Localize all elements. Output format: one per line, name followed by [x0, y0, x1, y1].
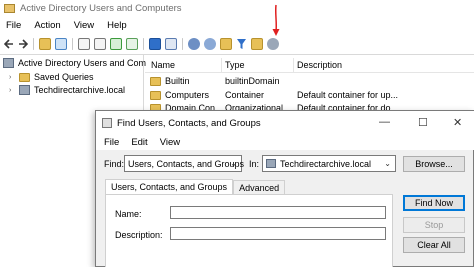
- folder-icon: [150, 77, 161, 86]
- minimize-icon[interactable]: —: [379, 116, 390, 128]
- find-label: Find:: [104, 159, 125, 169]
- column-description[interactable]: Description: [297, 60, 342, 70]
- domain-icon: [266, 159, 276, 168]
- toolbar-separator: [143, 37, 144, 50]
- item-description: Default container for up...: [297, 90, 399, 100]
- add-to-group-icon[interactable]: [267, 37, 279, 50]
- name-label: Name:: [115, 209, 142, 219]
- toolbar: [0, 35, 474, 52]
- description-input[interactable]: [170, 227, 386, 240]
- aduc-app-icon: [4, 4, 15, 13]
- annotation-arrow-icon: [272, 4, 280, 36]
- search-criteria-panel: Name: Description:: [105, 194, 393, 267]
- chevron-down-icon: ⌄: [384, 159, 391, 168]
- expand-arrow-icon[interactable]: ›: [9, 74, 17, 81]
- menu-view[interactable]: View: [74, 20, 94, 31]
- menu-help[interactable]: Help: [107, 20, 127, 31]
- item-name: Builtin: [165, 76, 190, 86]
- menu-bar: File Action View Help: [0, 17, 474, 34]
- menu-action[interactable]: Action: [34, 20, 60, 31]
- mmc-icon[interactable]: [165, 37, 177, 50]
- item-name: Computers: [165, 90, 210, 100]
- tree-root-label: Active Directory Users and Com: [18, 58, 147, 68]
- tree-item-domain[interactable]: › Techdirectarchive.local: [9, 85, 125, 95]
- dialog-menu-view[interactable]: View: [160, 137, 180, 148]
- new-group-icon[interactable]: [204, 37, 216, 50]
- find-now-button[interactable]: Find Now: [403, 195, 465, 211]
- refresh-icon[interactable]: [110, 37, 122, 50]
- find-objects-icon[interactable]: [251, 37, 263, 50]
- close-icon[interactable]: ✕: [453, 116, 462, 129]
- tree-item-label: Techdirectarchive.local: [34, 85, 126, 95]
- console-root-icon: [3, 58, 14, 68]
- in-label: In:: [249, 159, 260, 169]
- chevron-down-icon: ⌄: [230, 159, 237, 168]
- main-title-bar: Active Directory Users and Computers: [0, 0, 474, 17]
- browse-button[interactable]: Browse...: [403, 156, 465, 172]
- show-console-tree-icon[interactable]: [55, 37, 67, 50]
- tree-item-saved-queries[interactable]: › Saved Queries: [9, 72, 94, 82]
- tab-users-contacts-groups[interactable]: Users, Contacts, and Groups: [105, 179, 234, 194]
- help-icon[interactable]: [149, 37, 161, 50]
- toolbar-separator: [33, 37, 34, 50]
- find-dialog-icon: [102, 118, 112, 128]
- in-location-select[interactable]: Techdirectarchive.local ⌄: [262, 155, 396, 172]
- description-label: Description:: [115, 230, 163, 240]
- folder-icon: [150, 91, 161, 100]
- filter-icon[interactable]: [236, 38, 247, 50]
- find-dialog: Find Users, Contacts, and Groups — ☐ ✕ F…: [95, 110, 474, 267]
- maximize-icon[interactable]: ☐: [418, 116, 428, 129]
- tab-advanced[interactable]: Advanced: [233, 180, 286, 194]
- domain-icon: [19, 85, 30, 95]
- item-type: Container: [225, 90, 265, 100]
- dialog-title: Find Users, Contacts, and Groups: [117, 117, 261, 129]
- name-input[interactable]: [170, 206, 386, 219]
- dialog-title-bar: Find Users, Contacts, and Groups — ☐ ✕: [96, 111, 474, 135]
- column-separator[interactable]: [221, 58, 222, 73]
- item-type: builtinDomain: [225, 76, 280, 86]
- dialog-menu-file[interactable]: File: [104, 137, 119, 148]
- back-arrow-icon[interactable]: [3, 38, 14, 50]
- dialog-tabs: Users, Contacts, and Groups Advanced: [105, 179, 286, 194]
- forward-arrow-icon[interactable]: [18, 38, 29, 50]
- toolbar-separator: [182, 37, 183, 50]
- column-separator[interactable]: [293, 58, 294, 73]
- window-title: Active Directory Users and Computers: [20, 3, 182, 14]
- copy-icon[interactable]: [78, 37, 90, 50]
- clear-all-button[interactable]: Clear All: [403, 237, 465, 253]
- list-item[interactable]: Builtin builtinDomain: [145, 75, 474, 88]
- properties-icon[interactable]: [94, 37, 106, 50]
- tree-item-label: Saved Queries: [34, 72, 94, 82]
- expand-arrow-icon[interactable]: ›: [9, 87, 17, 94]
- column-name[interactable]: Name: [151, 60, 175, 70]
- find-type-select[interactable]: Users, Contacts, and Groups ⌄: [124, 155, 245, 172]
- menu-file[interactable]: File: [6, 20, 21, 31]
- find-type-value: Users, Contacts, and Groups: [128, 158, 245, 169]
- folder-icon: [19, 72, 30, 82]
- up-folder-icon[interactable]: [39, 37, 51, 50]
- stop-button[interactable]: Stop: [403, 217, 465, 233]
- dialog-menu-edit[interactable]: Edit: [131, 137, 147, 148]
- tree-root[interactable]: Active Directory Users and Com: [3, 58, 146, 68]
- in-location-value: Techdirectarchive.local: [280, 158, 372, 169]
- toolbar-separator: [72, 37, 73, 50]
- column-type[interactable]: Type: [225, 60, 245, 70]
- new-ou-icon[interactable]: [220, 37, 232, 50]
- list-header: Name Type Description: [145, 58, 474, 73]
- export-list-icon[interactable]: [126, 37, 138, 50]
- list-item[interactable]: Computers Container Default container fo…: [145, 89, 474, 102]
- dialog-menu-bar: File Edit View: [96, 135, 474, 150]
- new-user-icon[interactable]: [188, 37, 200, 50]
